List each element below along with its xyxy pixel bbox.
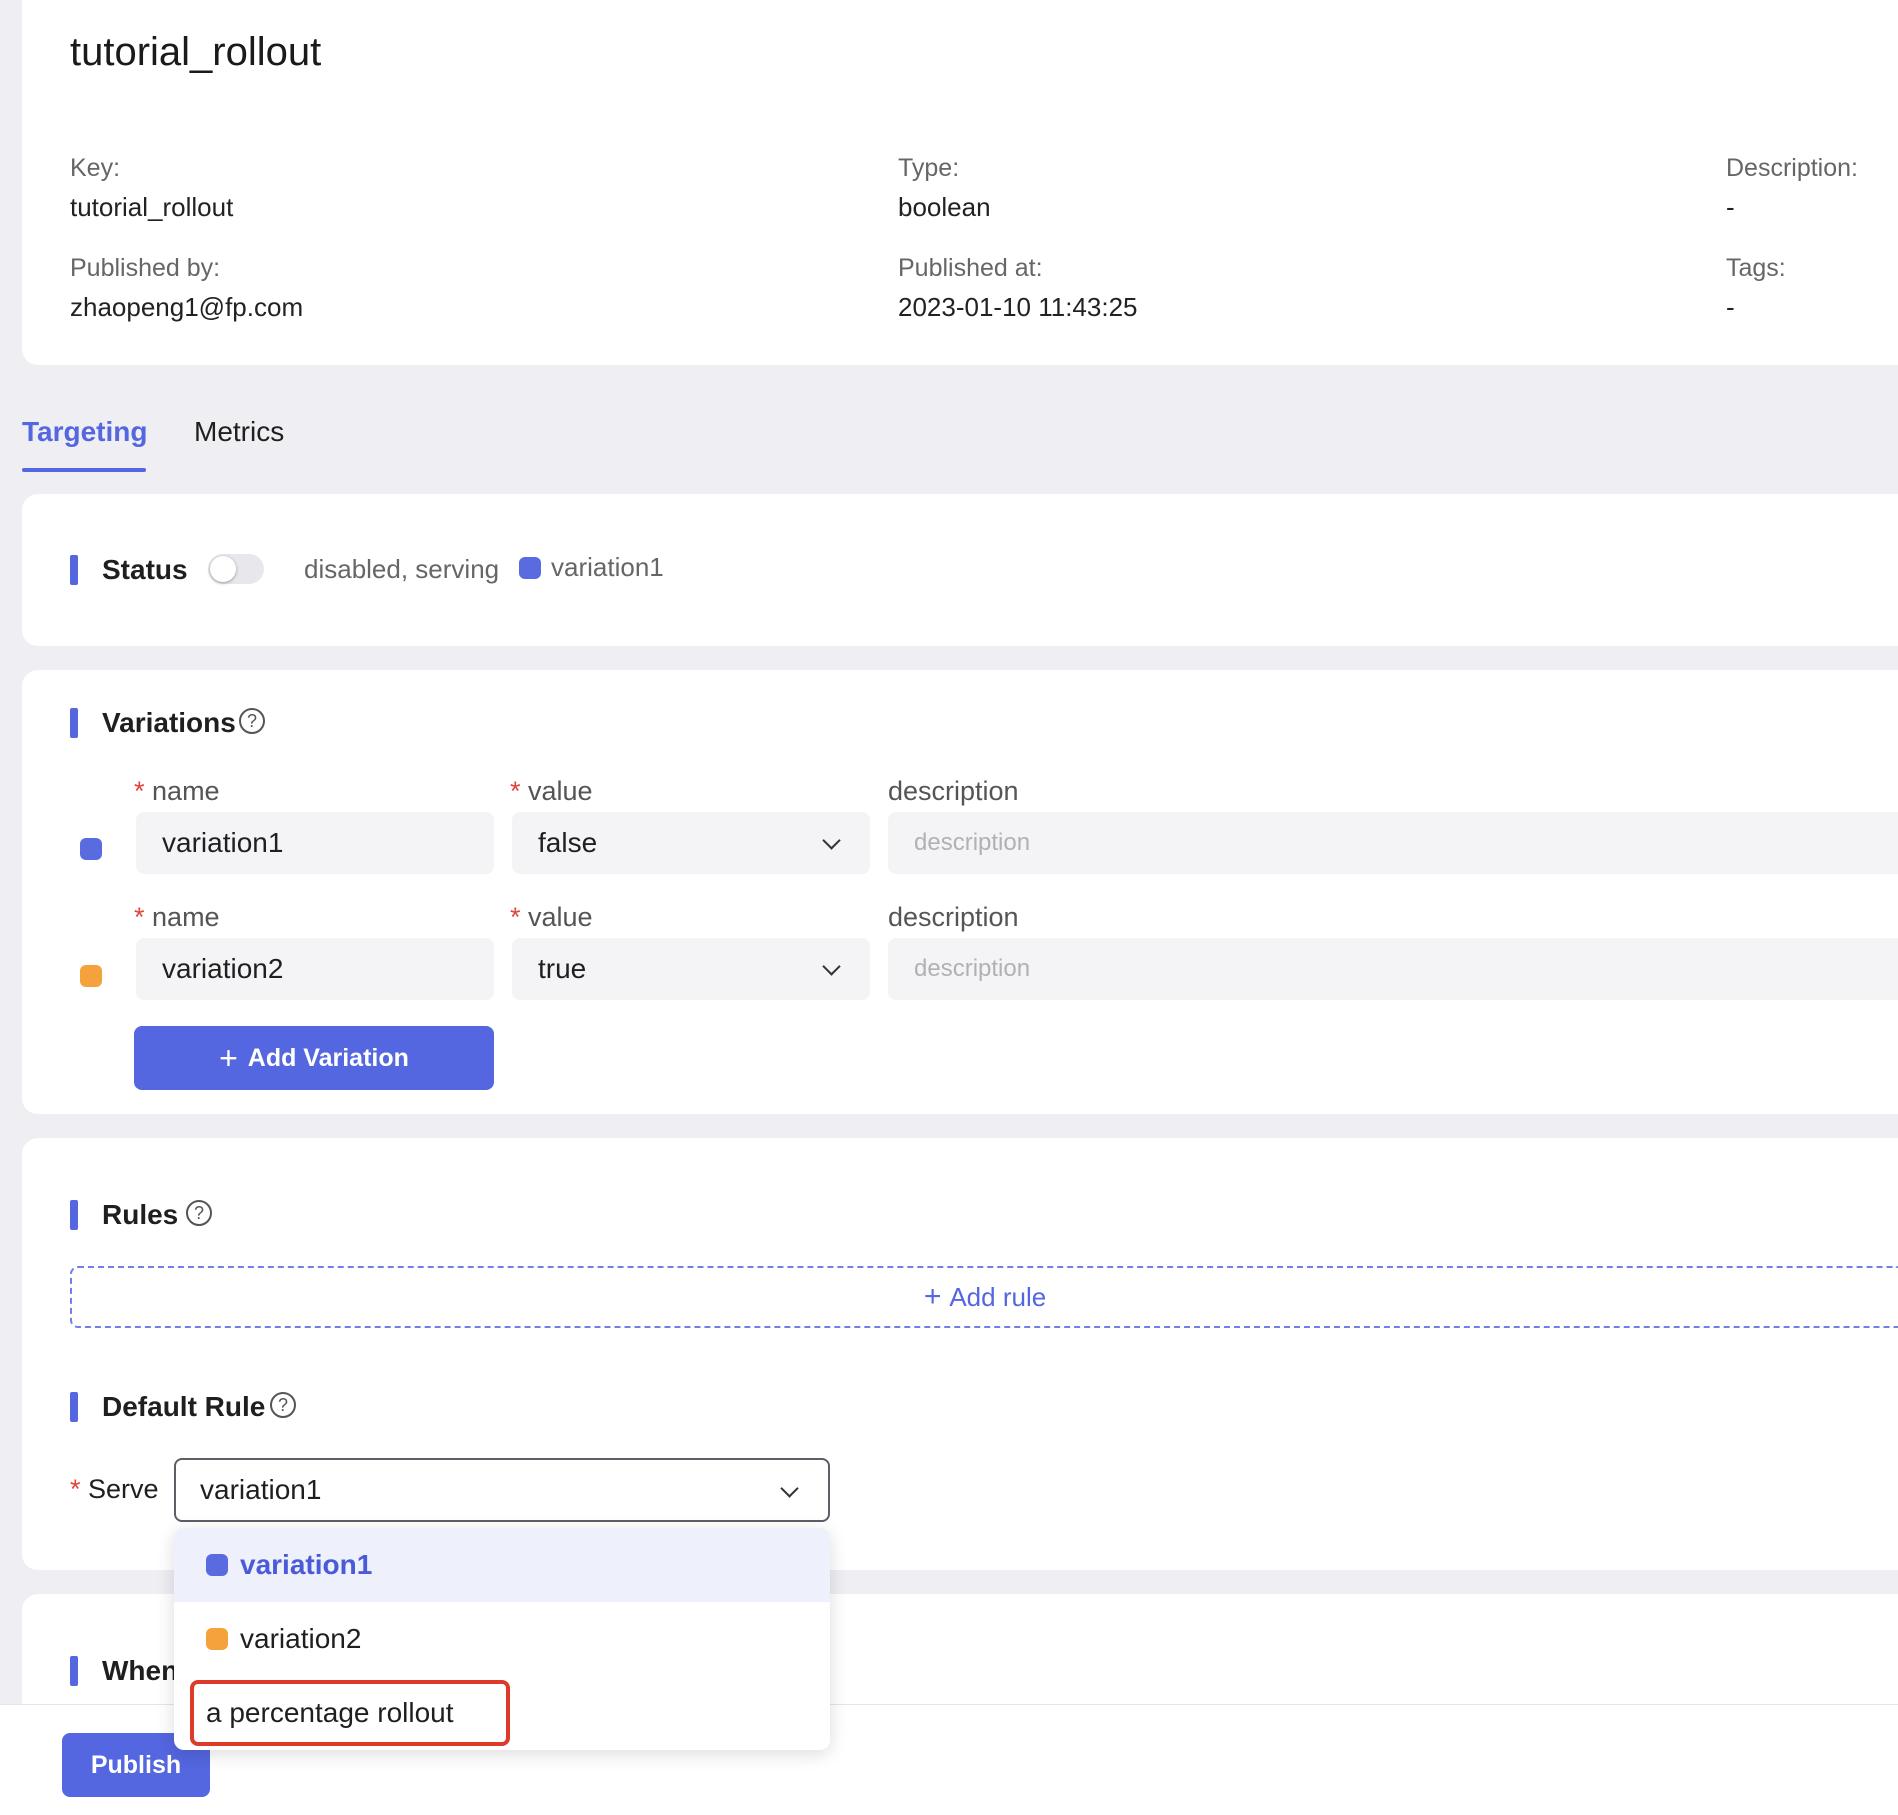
variation1-value-select[interactable]: false xyxy=(512,812,870,874)
description-label: Description: xyxy=(1726,154,1858,182)
add-rule-button[interactable]: + Add rule xyxy=(70,1266,1898,1328)
page-title: tutorial_rollout xyxy=(70,30,322,74)
default-rule-title: Default Rule xyxy=(102,1391,266,1422)
description-label: description xyxy=(888,776,1019,806)
rules-card: Rules ? + Add rule Default Rule ? * Serv… xyxy=(22,1138,1898,1570)
type-label: Type: xyxy=(898,154,960,182)
option-variation2[interactable]: variation2 xyxy=(174,1602,830,1676)
rules-title: Rules xyxy=(102,1199,179,1230)
tab-targeting[interactable]: Targeting xyxy=(22,416,147,448)
tags-label: Tags: xyxy=(1726,254,1786,282)
published-by-label: Published by: xyxy=(70,254,221,282)
flag-header-card: tutorial_rollout Key: tutorial_rollout T… xyxy=(22,0,1898,365)
chevron-down-icon xyxy=(780,1479,799,1498)
variation2-color-swatch xyxy=(80,965,102,987)
tab-targeting-underline xyxy=(22,468,146,472)
when-title: When xyxy=(102,1655,179,1686)
status-card: Status disabled, serving variation1 xyxy=(22,494,1898,646)
name-label: * name xyxy=(134,902,220,932)
plus-icon: + xyxy=(219,1039,238,1076)
help-icon[interactable]: ? xyxy=(270,1392,296,1418)
published-at-label: Published at: xyxy=(898,254,1043,282)
variations-card: Variations ? * name * value description … xyxy=(22,670,1898,1114)
help-icon[interactable]: ? xyxy=(186,1200,212,1226)
section-marker xyxy=(70,555,78,585)
add-variation-button[interactable]: + Add Variation xyxy=(134,1026,494,1090)
help-icon[interactable]: ? xyxy=(239,708,265,734)
status-toggle[interactable] xyxy=(208,554,264,584)
variation2-value-select[interactable]: true xyxy=(512,938,870,1000)
description-value: - xyxy=(1726,192,1735,222)
serving-variation-name: variation1 xyxy=(551,552,664,582)
section-marker xyxy=(70,1392,78,1422)
variation1-name-input[interactable]: variation1 xyxy=(136,812,494,874)
variation1-color-swatch xyxy=(80,838,102,860)
serve-select[interactable]: variation1 xyxy=(174,1458,830,1522)
key-label: Key: xyxy=(70,154,121,182)
tab-metrics[interactable]: Metrics xyxy=(194,416,284,448)
chevron-down-icon xyxy=(822,831,841,850)
variation2-name-input[interactable]: variation2 xyxy=(136,938,494,1000)
name-label: * name xyxy=(134,776,220,806)
variations-title: Variations xyxy=(102,707,236,738)
variation2-color-swatch xyxy=(206,1628,228,1650)
variation1-description-input[interactable]: description xyxy=(888,812,1898,874)
chevron-down-icon xyxy=(822,957,841,976)
plus-icon: + xyxy=(923,1280,942,1313)
value-label: * value xyxy=(510,776,593,806)
published-at-value: 2023-01-10 11:43:25 xyxy=(898,292,1138,322)
highlight-annotation xyxy=(190,1680,510,1746)
serving-variation-swatch xyxy=(519,557,541,579)
option-variation1[interactable]: variation1 xyxy=(174,1528,830,1602)
value-label: * value xyxy=(510,902,593,932)
tags-value: - xyxy=(1726,292,1735,322)
serve-label: * Serve xyxy=(70,1474,159,1504)
toggle-knob xyxy=(210,556,236,582)
published-by-value: zhaopeng1@fp.com xyxy=(70,292,304,322)
variation2-description-input[interactable]: description xyxy=(888,938,1898,1000)
key-value: tutorial_rollout xyxy=(70,192,234,222)
section-marker xyxy=(70,708,78,738)
status-title: Status xyxy=(102,554,188,585)
section-marker xyxy=(70,1656,78,1686)
section-marker xyxy=(70,1200,78,1230)
variation1-color-swatch xyxy=(206,1554,228,1576)
description-label: description xyxy=(888,902,1019,932)
type-value: boolean xyxy=(898,192,991,222)
status-text: disabled, serving xyxy=(304,554,500,584)
